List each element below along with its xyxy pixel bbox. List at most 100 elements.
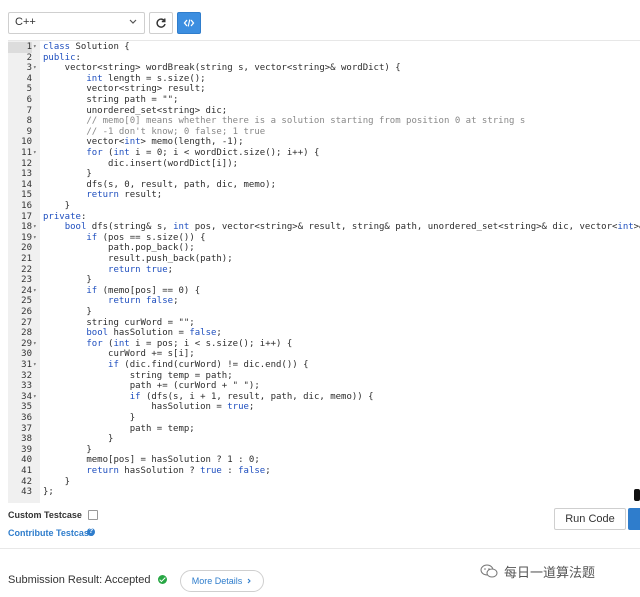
fold-toggle-icon[interactable]: ▾: [33, 360, 37, 371]
code-line[interactable]: 12 dic.insert(wordDict[i]);: [8, 159, 640, 170]
code-line[interactable]: 24 ▾ if (memo[pos] == 0) {: [8, 286, 640, 297]
line-number: 18: [21, 222, 32, 233]
code-line[interactable]: 1 ▾ class Solution {: [8, 42, 640, 53]
code-text: result.push_back(path);: [43, 254, 233, 264]
fold-toggle-icon[interactable]: ▾: [33, 148, 37, 159]
code-line[interactable]: 43};: [8, 487, 640, 498]
code-line[interactable]: 22 return true;: [8, 265, 640, 276]
chevron-down-icon: [129, 19, 137, 24]
line-number: 2: [26, 52, 32, 63]
code-line[interactable]: 29 ▾ for (int i = pos; i < s.size(); i++)…: [8, 339, 640, 350]
code-text: dic.insert(wordDict[i]);: [43, 158, 239, 169]
line-number: 16: [21, 201, 32, 211]
code-line[interactable]: 7 unordered_set<string> dic;: [8, 106, 640, 117]
code-line[interactable]: 5 vector<string> result;: [8, 84, 640, 95]
code-text: public:: [43, 52, 81, 63]
code-line[interactable]: 13 }: [8, 169, 640, 180]
code-text: }: [43, 275, 92, 286]
fold-toggle-icon[interactable]: ▾: [33, 63, 37, 74]
code-text: // -1 don't know; 0 false; 1 true: [86, 126, 266, 137]
more-details-label: More Details: [191, 576, 243, 586]
line-number: 7: [26, 105, 32, 116]
fold-toggle-icon[interactable]: ▾: [33, 233, 37, 244]
run-code-button[interactable]: Run Code: [554, 508, 626, 530]
line-number: 41: [21, 466, 32, 476]
code-line[interactable]: 40 memo[pos] = hasSolution ? 1 : 0;: [8, 455, 640, 466]
fold-toggle-icon[interactable]: ▾: [33, 286, 37, 297]
fold-toggle-icon[interactable]: ▾: [33, 339, 37, 350]
language-select-value: C++: [15, 16, 36, 28]
line-number: 39: [21, 444, 32, 455]
line-number: 5: [26, 84, 32, 95]
code-text: vector<string> result;: [43, 84, 206, 95]
line-number: 19: [21, 232, 32, 243]
line-number: 15: [21, 190, 32, 201]
code-line[interactable]: 10 vector<int> memo(length, -1);: [8, 137, 640, 148]
code-line[interactable]: 38 }: [8, 434, 640, 445]
line-number: 29: [21, 338, 32, 349]
code-line[interactable]: 23 }: [8, 275, 640, 286]
code-line[interactable]: 31 ▾ if (dic.find(curWord) != dic.end()) …: [8, 360, 640, 371]
more-details-button[interactable]: More Details: [180, 570, 264, 592]
language-select[interactable]: C++: [8, 12, 145, 34]
line-number: 36: [21, 413, 32, 423]
code-line[interactable]: 9 // -1 don't know; 0 false; 1 true: [8, 127, 640, 138]
code-line[interactable]: 33 path += (curWord + " ");: [8, 381, 640, 392]
toggle-code-view-button[interactable]: [177, 12, 201, 34]
refresh-icon: [156, 18, 166, 28]
code-line[interactable]: 30 curWord += s[i];: [8, 349, 640, 360]
line-number: 37: [21, 423, 32, 434]
code-line[interactable]: 18 ▾ bool dfs(string& s, int pos, vector<…: [8, 222, 640, 233]
code-line[interactable]: 3 ▾ vector<string> wordBreak(string s, ve…: [8, 63, 640, 74]
code-line[interactable]: 35 hasSolution = true;: [8, 402, 640, 413]
line-number: 10: [21, 137, 32, 148]
code-line[interactable]: 15 return result;: [8, 190, 640, 201]
line-number: 9: [26, 126, 32, 137]
code-line[interactable]: 19 ▾ if (pos == s.size()) {: [8, 233, 640, 244]
reset-code-button[interactable]: [149, 12, 173, 34]
watermark-text: 每日一道算法题: [504, 564, 596, 580]
code-line[interactable]: 41 return hasSolution ? true : false;: [8, 466, 640, 477]
side-scroll-tab[interactable]: [634, 489, 640, 501]
line-number: 1: [8, 42, 32, 53]
code-line[interactable]: 20 path.pop_back();: [8, 243, 640, 254]
code-line[interactable]: 6 string path = "";: [8, 95, 640, 106]
fold-toggle-icon[interactable]: ▾: [33, 392, 37, 403]
code-line[interactable]: 21 result.push_back(path);: [8, 254, 640, 265]
code-line[interactable]: 4 int length = s.size();: [8, 74, 640, 85]
code-line[interactable]: 17 private:: [8, 212, 640, 223]
code-line[interactable]: 26 }: [8, 307, 640, 318]
code-line[interactable]: 16 }: [8, 201, 640, 212]
code-text: private:: [43, 211, 87, 222]
line-number: 34: [21, 391, 32, 402]
wechat-icon: [480, 564, 498, 578]
code-line[interactable]: 8 // memo[0] means whether there is a so…: [8, 116, 640, 127]
code-text: }: [43, 169, 92, 180]
submit-button[interactable]: [628, 508, 640, 530]
code-text: vector<string> wordBreak(string s, vecto…: [43, 63, 401, 74]
code-line[interactable]: 14 dfs(s, 0, result, path, dic, memo);: [8, 180, 640, 191]
custom-testcase-checkbox[interactable]: [88, 510, 98, 520]
line-number: 27: [21, 317, 32, 328]
code-line[interactable]: 39 }: [8, 445, 640, 456]
code-line[interactable]: 42 }: [8, 477, 640, 488]
code-line[interactable]: 34 ▾ if (dfs(s, i + 1, result, path, dic,…: [8, 392, 640, 403]
code-text: string temp = path;: [43, 370, 233, 381]
code-line[interactable]: 25 return false;: [8, 296, 640, 307]
fold-toggle-icon[interactable]: ▾: [33, 222, 37, 233]
code-line[interactable]: 28 bool hasSolution = false;: [8, 328, 640, 339]
help-icon[interactable]: ?: [87, 528, 95, 536]
code-editor[interactable]: 1 ▾ class Solution {2 public: 3 ▾ vector<stri…: [8, 40, 640, 503]
contribute-testcase-link[interactable]: Contribute Testcase: [8, 528, 94, 538]
line-number: 31: [21, 360, 32, 370]
code-line[interactable]: 11 ▾ for (int i = 0; i < wordDict.size();…: [8, 148, 640, 159]
code-line[interactable]: 36 }: [8, 413, 640, 424]
code-line[interactable]: 2 public:: [8, 53, 640, 64]
fold-toggle-icon[interactable]: ▾: [33, 42, 37, 53]
code-icon: [183, 19, 195, 27]
line-number: 33: [21, 381, 32, 392]
code-line[interactable]: 37 path = temp;: [8, 424, 640, 435]
line-number: 8: [26, 116, 32, 127]
code-line[interactable]: 27 string curWord = "";: [8, 318, 640, 329]
code-line[interactable]: 32 string temp = path;: [8, 371, 640, 382]
